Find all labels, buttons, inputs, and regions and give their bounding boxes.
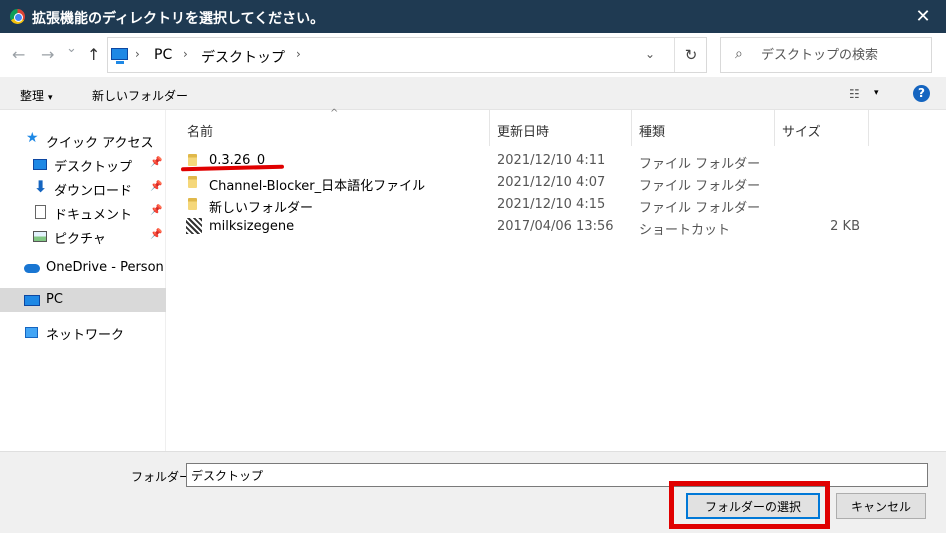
back-arrow-icon[interactable]: ← [12, 45, 25, 64]
file-row[interactable]: Channel-Blocker_日本語化ファイル 2021/12/10 4:07… [182, 172, 872, 194]
sidebar-item-label: OneDrive - Personal [46, 260, 164, 275]
pin-icon[interactable]: 📌 [150, 205, 162, 216]
title-bar: 拡張機能のディレクトリを選択してください。 ✕ [0, 0, 946, 33]
sidebar-item-quick-access[interactable]: ★ クイック アクセス [0, 128, 166, 152]
column-header-modified[interactable]: 更新日時 [490, 110, 632, 146]
chrome-app-icon [10, 9, 25, 24]
file-row[interactable]: milksizegene 2017/04/06 13:56 ショートカット 2 … [182, 216, 872, 238]
file-modified: 2021/12/10 4:15 [497, 197, 606, 212]
sidebar-item-documents[interactable]: ドキュメント 📌 [0, 200, 166, 224]
organize-button[interactable]: 整理 ▾ [20, 87, 53, 104]
chevron-right-icon[interactable]: › [296, 47, 301, 61]
file-size: 2 KB [830, 219, 860, 234]
sidebar-item-label: デスクトップ [54, 160, 133, 175]
folder-icon [188, 154, 197, 166]
file-name: milksizegene [209, 219, 295, 234]
command-toolbar: 整理 ▾ 新しいフォルダー ☷ ▾ ? [0, 77, 946, 110]
file-row[interactable]: 0.3.26_0 2021/12/10 4:11 ファイル フォルダー [182, 150, 872, 172]
refresh-button[interactable]: ↻ [674, 38, 707, 72]
breadcrumb-desktop[interactable]: デスクトップ [201, 47, 285, 67]
sidebar-item-label: PC [46, 292, 63, 307]
pin-icon[interactable]: 📌 [150, 229, 162, 240]
file-type: ファイル フォルダー [639, 179, 759, 194]
download-icon: ⬇ [34, 177, 48, 196]
folder-icon [188, 176, 197, 188]
pictures-icon [33, 231, 47, 242]
column-header-name[interactable]: 名前 [180, 110, 490, 146]
breadcrumb-pc[interactable]: PC [154, 47, 172, 63]
forward-arrow-icon[interactable]: → [41, 45, 54, 64]
file-list: ^ 名前 更新日時 種類 サイズ 0.3.26_0 2021/12/10 4:1… [166, 108, 946, 451]
file-name: 新しいフォルダー [209, 201, 314, 216]
network-icon [25, 327, 38, 338]
address-bar[interactable]: › PC › デスクトップ › ⌄ ↻ [107, 37, 707, 73]
navigation-bar: ← → ⌄ ↑ › PC › デスクトップ › ⌄ ↻ ⌕ [0, 33, 946, 77]
file-row[interactable]: 新しいフォルダー 2021/12/10 4:15 ファイル フォルダー [182, 194, 872, 216]
window-title: 拡張機能のディレクトリを選択してください。 [32, 11, 325, 27]
file-type: ショートカット [639, 223, 731, 238]
sidebar-item-downloads[interactable]: ⬇ ダウンロード 📌 [0, 176, 166, 200]
shortcut-icon [186, 218, 202, 234]
help-icon[interactable]: ? [913, 85, 930, 102]
close-button[interactable]: ✕ [900, 0, 946, 33]
star-icon: ★ [26, 130, 39, 146]
sidebar-item-label: ピクチャ [54, 232, 106, 247]
chevron-down-icon: ▾ [48, 93, 53, 103]
sidebar-item-onedrive[interactable]: OneDrive - Personal [0, 256, 166, 280]
search-input[interactable] [761, 45, 926, 65]
pin-icon[interactable]: 📌 [150, 157, 162, 168]
folder-input[interactable] [186, 463, 928, 487]
navigation-pane: ★ クイック アクセス デスクトップ 📌 ⬇ ダウンロード 📌 ドキュメント 📌… [0, 110, 166, 451]
pc-icon [24, 295, 40, 306]
view-options-icon[interactable]: ☷ [849, 87, 860, 101]
organize-label: 整理 [20, 89, 45, 103]
onedrive-cloud-icon [24, 264, 40, 273]
document-icon [35, 205, 46, 219]
chevron-down-icon[interactable]: ▾ [874, 88, 879, 98]
pin-icon[interactable]: 📌 [150, 181, 162, 192]
sidebar-item-label: クイック アクセス [46, 136, 154, 151]
select-folder-button[interactable]: フォルダーの選択 [686, 493, 820, 519]
sidebar-item-desktop[interactable]: デスクトップ 📌 [0, 152, 166, 176]
sidebar-item-label: ダウンロード [54, 184, 133, 199]
search-box[interactable]: ⌕ [720, 37, 932, 73]
close-icon: ✕ [915, 6, 931, 27]
address-dropdown-icon[interactable]: ⌄ [645, 47, 655, 61]
sidebar-item-pictures[interactable]: ピクチャ 📌 [0, 224, 166, 248]
file-type: ファイル フォルダー [639, 157, 759, 172]
footer-bar: フォルダー: フォルダーの選択 キャンセル [0, 451, 946, 533]
folder-icon [188, 198, 197, 210]
file-type: ファイル フォルダー [639, 201, 759, 216]
new-folder-button[interactable]: 新しいフォルダー [92, 87, 188, 104]
chevron-right-icon[interactable]: › [135, 47, 140, 61]
sidebar-item-label: ネットワーク [46, 328, 125, 343]
sidebar-item-network[interactable]: ネットワーク [0, 320, 166, 344]
chevron-right-icon[interactable]: › [183, 47, 188, 61]
file-name: Channel-Blocker_日本語化ファイル [209, 179, 426, 194]
recent-locations-chevron-icon[interactable]: ⌄ [66, 41, 77, 56]
sidebar-item-pc[interactable]: PC [0, 288, 166, 312]
cancel-button[interactable]: キャンセル [836, 493, 926, 519]
desktop-icon [33, 159, 47, 170]
sidebar-item-label: ドキュメント [54, 208, 133, 223]
file-modified: 2021/12/10 4:11 [497, 153, 606, 168]
column-header-type[interactable]: 種類 [632, 110, 775, 146]
column-header-size[interactable]: サイズ [775, 110, 869, 146]
file-modified: 2021/12/10 4:07 [497, 175, 606, 190]
refresh-icon: ↻ [684, 46, 698, 64]
search-icon: ⌕ [735, 46, 743, 62]
pc-icon [111, 48, 128, 64]
file-modified: 2017/04/06 13:56 [497, 219, 614, 234]
up-arrow-icon[interactable]: ↑ [87, 45, 100, 64]
